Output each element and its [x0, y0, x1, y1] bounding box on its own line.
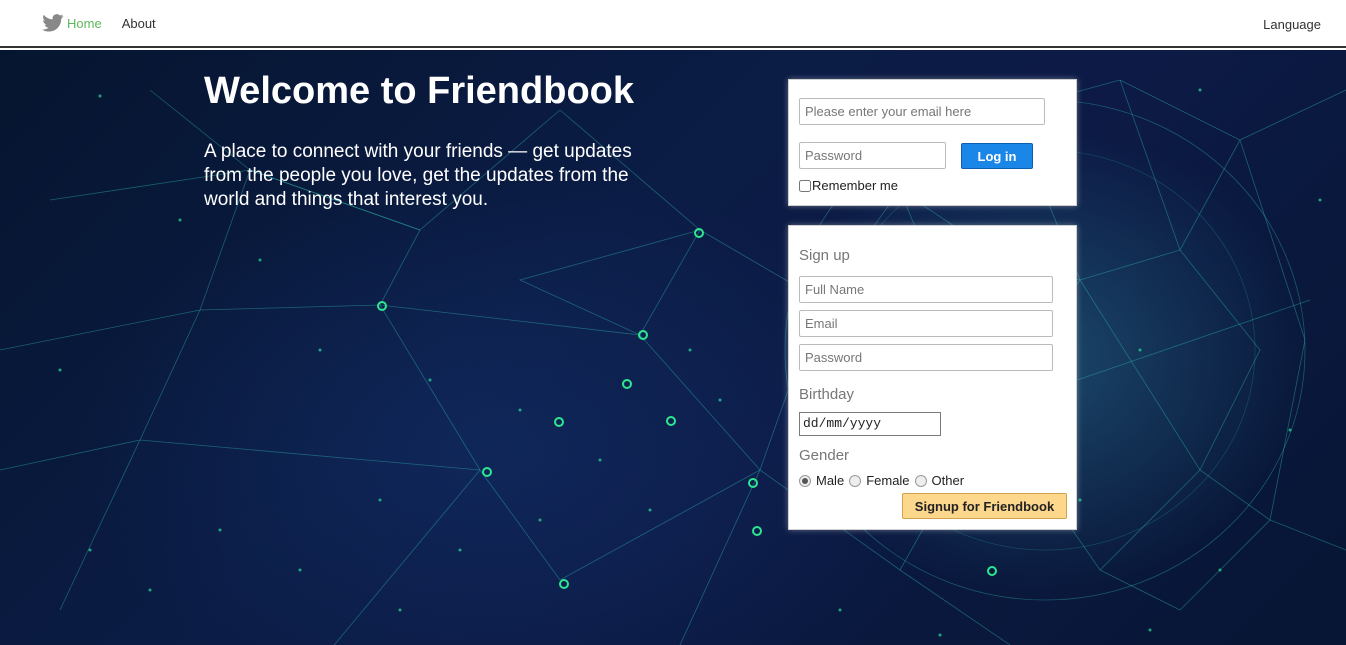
signup-heading: Sign up	[799, 247, 850, 264]
nav-about-link[interactable]: About	[122, 16, 156, 31]
signup-form: Sign up Birthday dd/mm/yyyy Gender Male …	[788, 225, 1077, 530]
login-form: Log in Remember me	[788, 79, 1077, 206]
network-globe-background	[0, 79, 1346, 645]
remember-me-checkbox[interactable]	[799, 179, 811, 192]
signup-fullname-input[interactable]	[799, 276, 1053, 303]
gender-option-other[interactable]: Other	[914, 473, 965, 488]
gender-male-label: Male	[816, 473, 845, 488]
signup-email-input[interactable]	[799, 310, 1053, 337]
gender-other-label: Other	[931, 473, 965, 488]
birthday-date-input[interactable]: dd/mm/yyyy	[799, 412, 941, 436]
hero-tagline: A place to connect with your friends — g…	[204, 141, 632, 210]
twitter-bird-icon[interactable]	[42, 14, 64, 32]
gender-label: Gender	[799, 447, 850, 464]
hero-section: Welcome to Friendbook A place to connect…	[0, 50, 1346, 645]
gender-option-male[interactable]: Male	[799, 473, 844, 488]
birthday-label: Birthday	[799, 386, 855, 403]
login-email-input[interactable]	[799, 98, 1045, 125]
remember-me-label: Remember me	[812, 178, 898, 193]
top-navbar: Home About Language	[0, 0, 1346, 48]
signup-button[interactable]: Signup for Friendbook	[902, 493, 1067, 519]
nav-home-link[interactable]: Home	[67, 16, 102, 31]
gender-option-female[interactable]: Female	[849, 473, 910, 488]
signup-password-input[interactable]	[799, 344, 1053, 371]
login-password-input[interactable]	[799, 142, 946, 169]
remember-me[interactable]: Remember me	[799, 178, 898, 193]
nav-left: Home About	[42, 14, 156, 32]
gender-male-radio[interactable]	[799, 474, 811, 487]
gender-radio-group: Male Female Other	[799, 473, 969, 488]
gender-female-radio[interactable]	[849, 474, 862, 487]
gender-other-radio[interactable]	[914, 474, 927, 487]
gender-female-label: Female	[866, 473, 910, 488]
nav-language-link[interactable]: Language	[1263, 17, 1321, 32]
network-lines	[0, 79, 1346, 645]
login-button[interactable]: Log in	[961, 143, 1033, 169]
hero-title: Welcome to Friendbook	[204, 70, 635, 112]
